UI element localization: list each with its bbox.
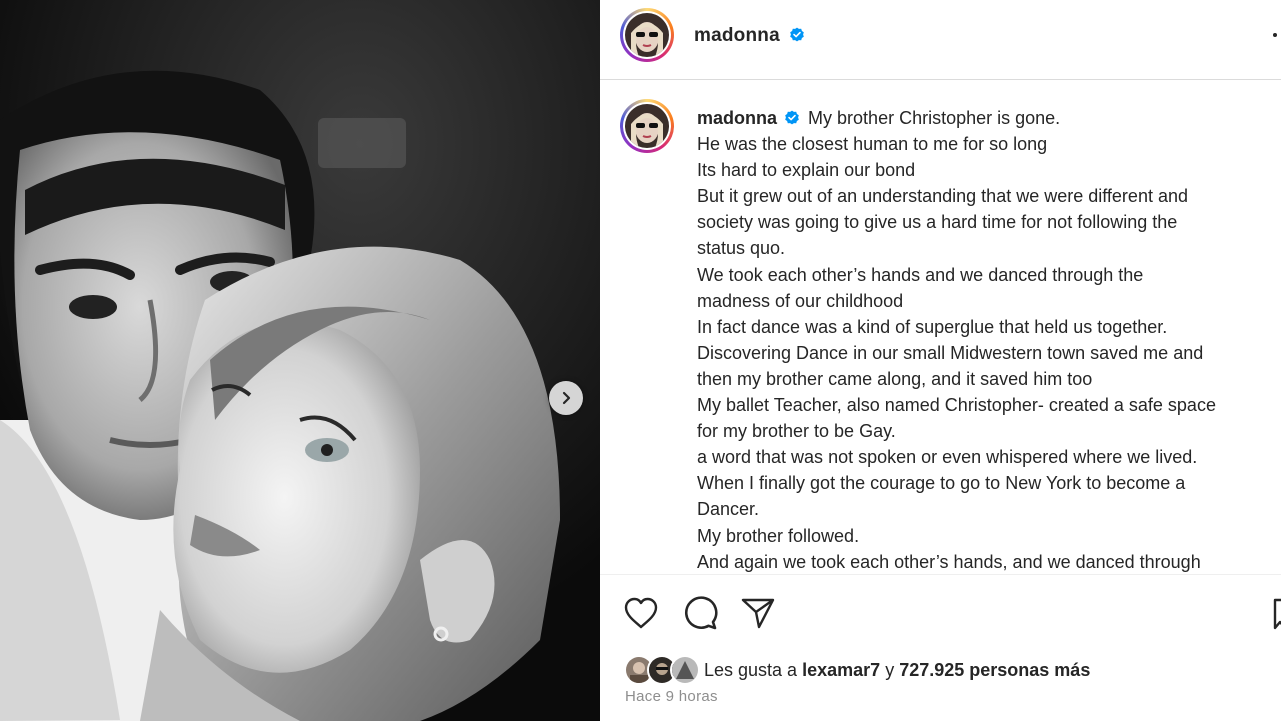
caption-line: then my brother came along, and it saved… — [697, 368, 1093, 389]
likes-count[interactable]: 727.925 personas más — [899, 660, 1090, 680]
post-photo[interactable] — [0, 0, 600, 721]
more-options-icon[interactable] — [1273, 33, 1277, 37]
avatar-image — [625, 13, 669, 57]
caption-line: Dancer. — [697, 499, 760, 520]
paper-plane-icon[interactable] — [740, 596, 776, 630]
liker-avatar — [670, 655, 700, 685]
caption-line: madness of our childhood — [697, 290, 904, 311]
caption-line: In fact dance was a kind of superglue th… — [697, 316, 1168, 337]
liker-avatars — [624, 655, 700, 685]
post-caption: madonna My brother Christopher is gone. … — [697, 105, 1277, 574]
caption-line: When I finally got the courage to go to … — [697, 473, 1186, 494]
caption-line: status quo. — [697, 238, 786, 259]
likes-summary[interactable]: Les gusta a lexamar7 y 727.925 personas … — [624, 653, 1090, 687]
caption-line: My brother followed. — [697, 525, 860, 546]
verified-badge-icon — [790, 27, 804, 42]
likes-text: Les gusta a lexamar7 y 727.925 personas … — [704, 659, 1091, 680]
post-header: madonna — [600, 0, 1281, 80]
caption-avatar[interactable] — [620, 99, 674, 153]
post-side-panel: madonna madonna My brother Christopher i… — [600, 0, 1281, 721]
comment-bubble-icon[interactable] — [682, 595, 718, 631]
chevron-right-icon — [562, 391, 571, 405]
caption-line: He was the closest human to me for so lo… — [697, 134, 1048, 155]
post-timestamp[interactable]: Hace 9 horas — [625, 688, 718, 705]
post-image — [0, 0, 600, 721]
caption-username[interactable]: madonna — [697, 108, 777, 128]
heart-icon[interactable] — [623, 596, 659, 630]
caption-line: My ballet Teacher, also named Christophe… — [697, 395, 1216, 416]
bookmark-icon[interactable] — [1273, 598, 1281, 630]
next-photo-button[interactable] — [549, 381, 583, 415]
caption-line: Its hard to explain our bond — [697, 160, 916, 181]
caption-line: My brother Christopher is gone. — [808, 108, 1061, 128]
caption-line: We took each other’s hands and we danced… — [697, 264, 1144, 285]
caption-line: a word that was not spoken or even whisp… — [697, 447, 1198, 468]
liker-username[interactable]: lexamar7 — [802, 660, 880, 680]
caption-line: But it grew out of an understanding that… — [697, 186, 1188, 207]
comments-section: madonna My brother Christopher is gone. … — [600, 81, 1281, 574]
header-username[interactable]: madonna — [694, 25, 780, 47]
caption-line: for my brother to be Gay. — [697, 421, 896, 442]
caption-line: society was going to give us a hard time… — [697, 212, 1178, 233]
verified-badge-icon — [785, 110, 799, 125]
avatar-image — [625, 104, 669, 148]
caption-line: Discovering Dance in our small Midwester… — [697, 342, 1204, 363]
caption-line: And again we took each other’s hands, an… — [697, 551, 1201, 572]
author-avatar[interactable] — [620, 8, 674, 62]
post-actions: Les gusta a lexamar7 y 727.925 personas … — [600, 574, 1281, 721]
